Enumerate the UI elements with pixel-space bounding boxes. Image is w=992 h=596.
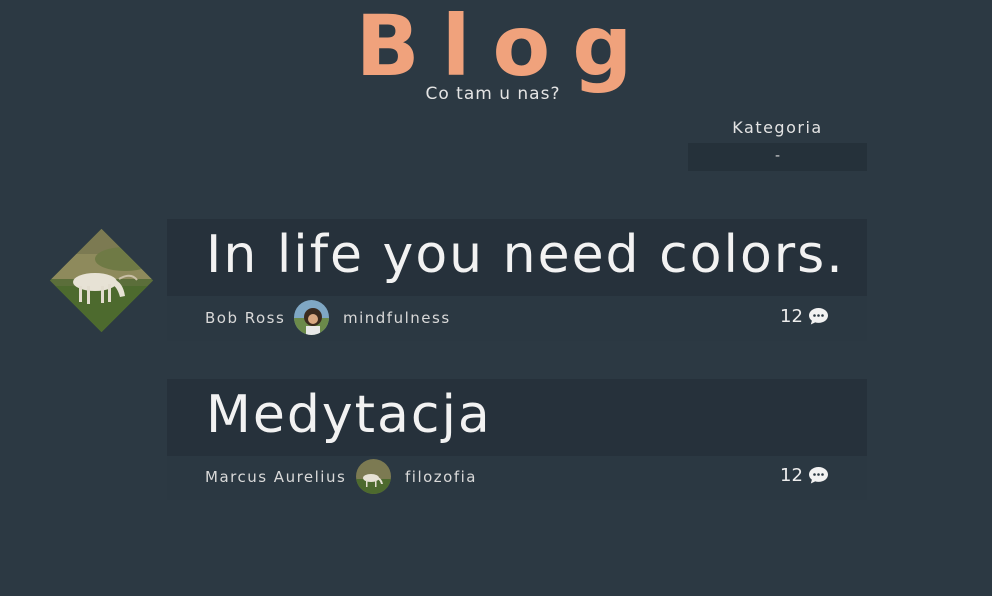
comment-count: 12	[780, 306, 803, 327]
post-thumbnail[interactable]	[49, 228, 154, 333]
blog-title: Blog	[355, 0, 655, 95]
comment-count: 12	[780, 465, 803, 486]
post-author[interactable]: Marcus Aurelius	[205, 468, 346, 486]
post-author[interactable]: Bob Ross	[205, 309, 285, 327]
post-meta: Marcus Aurelius filozofia 12	[167, 456, 867, 500]
avatar-image	[294, 300, 329, 335]
blog-subtitle: Co tam u nas?	[425, 84, 561, 104]
comment-icon[interactable]	[808, 307, 829, 326]
post-title[interactable]: Medytacja	[206, 385, 492, 445]
post-tag[interactable]: mindfulness	[343, 309, 451, 327]
goat-landscape-image	[49, 228, 154, 333]
avatar-image	[356, 459, 391, 494]
comment-icon[interactable]	[808, 466, 829, 485]
post-title[interactable]: In life you need colors.	[206, 225, 845, 285]
author-avatar[interactable]	[294, 300, 329, 335]
post-title-area: In life you need colors.	[167, 219, 867, 296]
post-card[interactable]: In life you need colors. Bob Ross mindfu…	[167, 219, 867, 341]
category-label: Kategoria	[732, 118, 823, 137]
post-tag[interactable]: filozofia	[405, 468, 477, 486]
page: Blog Co tam u nas? Kategoria - In life y…	[0, 0, 992, 596]
post-card[interactable]: Medytacja Marcus Aurelius filozofia 12	[167, 379, 867, 500]
author-avatar[interactable]	[356, 459, 391, 494]
post-meta: Bob Ross mindfulness 12	[167, 296, 867, 341]
category-select[interactable]: -	[688, 143, 867, 171]
post-title-area: Medytacja	[167, 379, 867, 456]
